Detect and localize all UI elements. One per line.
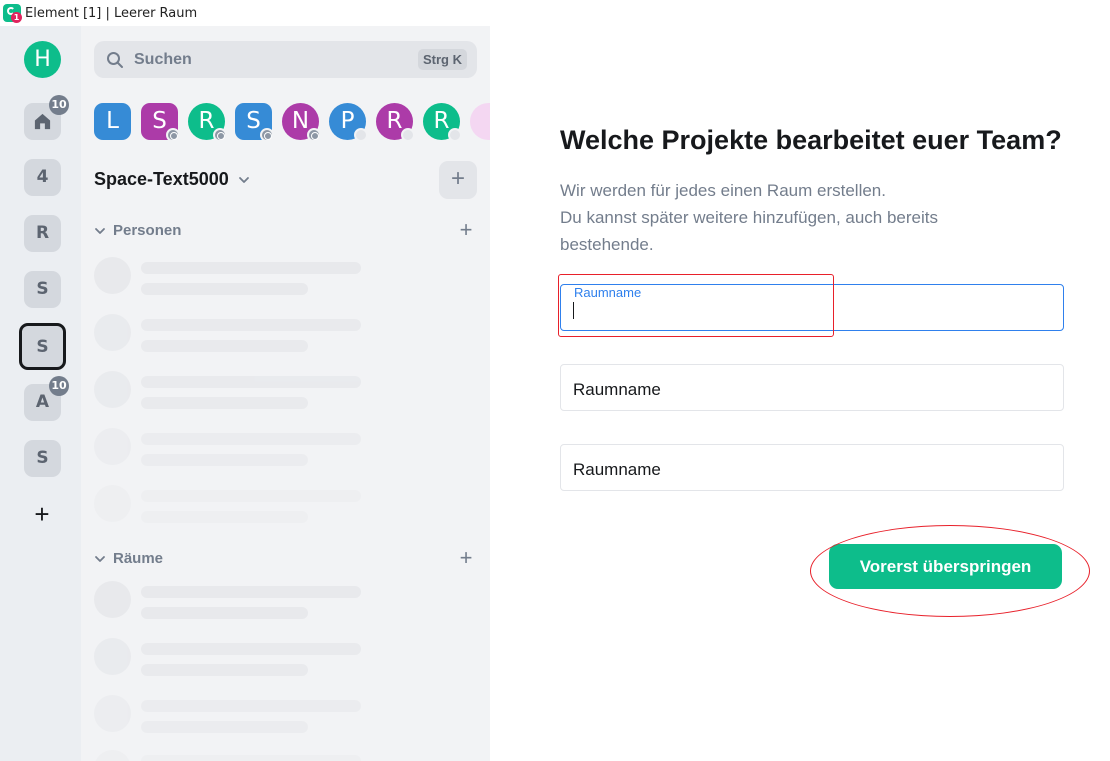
presence-indicator [354,128,368,142]
loading-skeleton-row [94,428,394,468]
home-unread-badge: 10 [49,95,69,115]
space-bar: H 10 4 R S S A 10 S + [0,26,81,761]
section-rooms-label: Räume [113,550,164,567]
create-space-button[interactable]: + [30,501,54,527]
public-room-icon [307,128,321,142]
loading-skeleton-row [94,314,394,354]
app-notification-badge: 1 [11,12,22,23]
breadcrumb-letter: R [386,108,403,134]
breadcrumb-letter: L [106,108,119,134]
breadcrumb-letter: P [340,108,355,134]
description-line-1: Wir werden für jedes einen Raum erstelle… [560,181,886,200]
loading-skeleton-row [94,638,394,678]
breadcrumb-letter: S [152,108,167,134]
room-name-field-1[interactable]: Raumname [560,284,1064,331]
breadcrumb-dm-r[interactable]: R [376,103,415,142]
search-placeholder: Suchen [134,50,192,68]
presence-indicator [401,128,415,142]
space-name: Space-Text5000 [94,169,229,189]
room-name-field-2[interactable] [560,364,1064,411]
search-icon [107,51,123,68]
breadcrumb-letter: R [433,108,450,134]
description-line-2: Du kannst später weitere hinzufügen, auc… [560,208,939,254]
chevron-down-icon [95,555,105,562]
chevron-down-icon [95,227,105,234]
setup-description: Wir werden für jedes einen Raum erstelle… [560,177,1020,258]
loading-skeleton-row [94,750,394,761]
space-item-4[interactable]: 4 [24,159,61,196]
section-people-label: Personen [113,222,182,239]
section-rooms-toggle[interactable]: Räume [94,550,163,567]
loading-skeleton-row [94,695,394,735]
home-button[interactable]: 10 [24,95,69,140]
breadcrumb-overflow[interactable] [470,103,490,140]
room-name-field-1-label: Raumname [573,285,643,300]
space-item-a-letter: A [35,392,50,412]
chevron-down-icon [238,176,249,183]
user-avatar[interactable]: H [24,41,61,78]
breadcrumb-room-n[interactable]: N [282,103,321,142]
room-list-panel: Suchen Strg K L S R S N P R R Space-Text… [81,26,490,761]
start-chat-button[interactable]: + [457,219,475,241]
space-context-menu-toggle[interactable]: Space-Text5000 [94,169,250,190]
space-a-unread-badge: 10 [49,376,69,396]
breadcrumb-room-s2[interactable]: S [235,103,274,142]
loading-skeleton-row [94,581,394,621]
room-name-input-1[interactable] [573,299,1053,321]
window-titlebar: 1 Element [1] | Leerer Raum [0,0,1110,26]
search-bar[interactable]: Suchen Strg K [94,41,477,78]
presence-indicator [448,128,462,142]
breadcrumb-room-r[interactable]: R [188,103,227,142]
space-item-r[interactable]: R [24,215,61,252]
add-room-section-button[interactable]: + [457,547,475,569]
space-item-s[interactable]: S [24,271,61,308]
window-title: Element [1] | Leerer Raum [25,5,198,21]
public-room-icon [213,128,227,142]
breadcrumb-dm-r2[interactable]: R [423,103,462,142]
breadcrumb-dm-p[interactable]: P [329,103,368,142]
page-title: Welche Projekte bearbeitet euer Team? [560,125,1062,155]
breadcrumb-letter: R [198,108,215,134]
public-room-icon [260,128,274,142]
public-room-icon [166,128,180,142]
recent-rooms-breadcrumbs: L S R S N P R R [94,103,490,142]
room-name-input-2[interactable] [573,379,1053,401]
search-shortcut-hint: Strg K [418,49,467,70]
space-item-a[interactable]: A 10 [24,376,69,421]
space-setup-main: Welche Projekte bearbeitet euer Team? Wi… [490,26,1110,761]
breadcrumb-letter: S [246,108,261,134]
home-icon [34,113,51,130]
space-item-s-selected[interactable]: S [19,323,66,370]
breadcrumb-letter: N [291,108,310,134]
loading-skeleton-row [94,371,394,411]
space-item-s-last[interactable]: S [24,440,61,477]
breadcrumb-room-l[interactable]: L [94,103,131,140]
element-app-icon: 1 [3,4,22,23]
room-name-input-3[interactable] [573,459,1053,481]
loading-skeleton-row [94,257,394,297]
breadcrumb-room-s[interactable]: S [141,103,180,142]
section-people-toggle[interactable]: Personen [94,222,181,239]
add-room-button[interactable]: + [439,161,477,199]
loading-skeleton-row [94,485,394,525]
room-name-field-3[interactable] [560,444,1064,491]
skip-for-now-button[interactable]: Vorerst überspringen [829,544,1062,589]
